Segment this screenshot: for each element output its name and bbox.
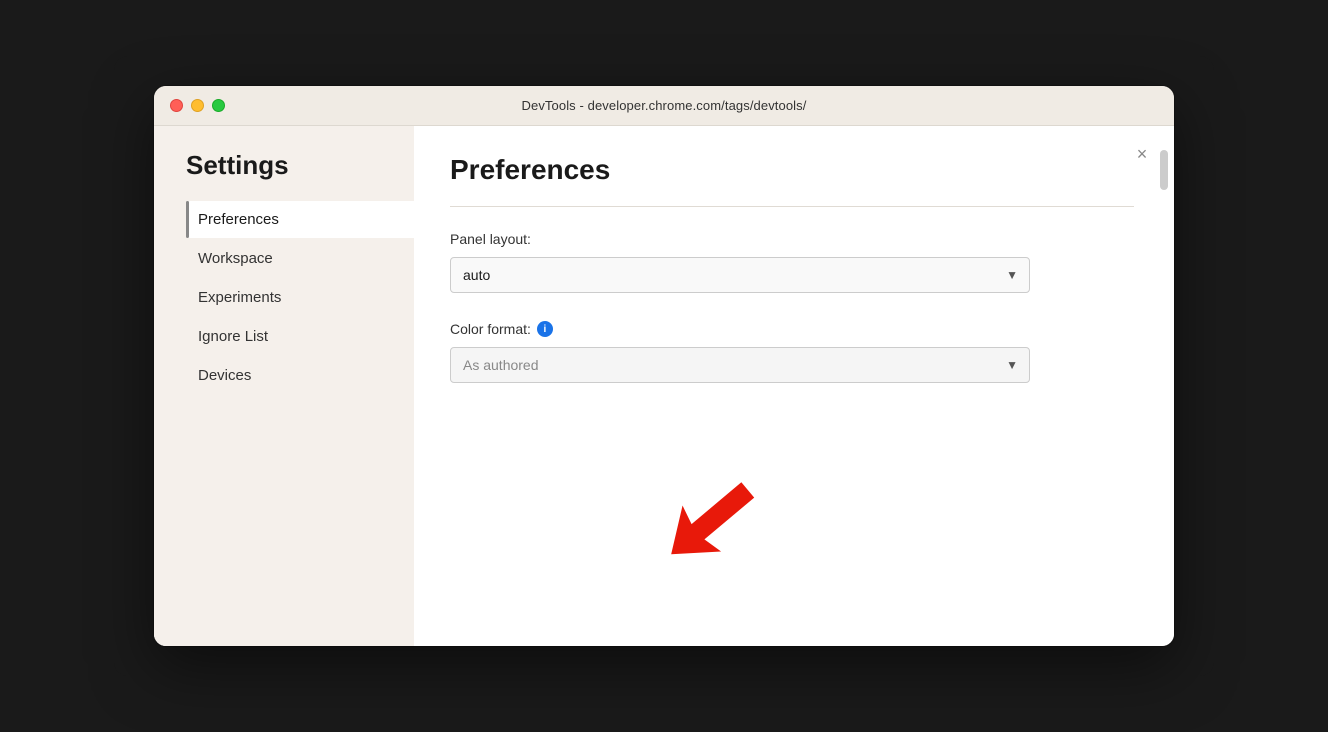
color-format-label: Color format: (450, 321, 531, 337)
scrollbar-track[interactable] (1160, 146, 1168, 646)
traffic-lights (170, 99, 225, 112)
color-format-label-row: Color format: i (450, 321, 1134, 337)
panel-layout-section: Panel layout: auto horizontal vertical ▼ (450, 231, 1134, 293)
content-divider (450, 206, 1134, 207)
panel-layout-label: Panel layout: (450, 231, 1134, 247)
color-format-select-wrapper: As authored HEX RGB HSL ▼ (450, 347, 1030, 383)
dialog-body: Settings Preferences Workspace Experimen… (154, 126, 1174, 646)
sidebar-item-preferences[interactable]: Preferences (186, 201, 414, 238)
arrow-annotation (670, 481, 790, 586)
sidebar-nav: Preferences Workspace Experiments Ignore… (186, 201, 414, 394)
sidebar-item-devices[interactable]: Devices (186, 357, 414, 394)
sidebar-item-ignore-list[interactable]: Ignore List (186, 318, 414, 355)
sidebar: Settings Preferences Workspace Experimen… (154, 126, 414, 646)
titlebar: DevTools - developer.chrome.com/tags/dev… (154, 86, 1174, 126)
color-format-info-icon[interactable]: i (537, 321, 553, 337)
panel-layout-select[interactable]: auto horizontal vertical (450, 257, 1030, 293)
minimize-window-button[interactable] (191, 99, 204, 112)
sidebar-item-workspace[interactable]: Workspace (186, 240, 414, 277)
window-wrapper: DevTools - developer.chrome.com/tags/dev… (114, 56, 1214, 676)
panel-layout-select-wrapper: auto horizontal vertical ▼ (450, 257, 1030, 293)
close-window-button[interactable] (170, 99, 183, 112)
close-dialog-button[interactable]: × (1130, 142, 1154, 166)
scrollbar-thumb[interactable] (1160, 150, 1168, 190)
app-window: DevTools - developer.chrome.com/tags/dev… (154, 86, 1174, 646)
sidebar-item-experiments[interactable]: Experiments (186, 279, 414, 316)
maximize-window-button[interactable] (212, 99, 225, 112)
sidebar-heading: Settings (186, 150, 414, 181)
main-content: × Preferences Panel layout: auto horizon… (414, 126, 1174, 646)
color-format-section: Color format: i As authored (450, 321, 1134, 383)
titlebar-title: DevTools - developer.chrome.com/tags/dev… (522, 98, 807, 113)
color-format-select[interactable]: As authored HEX RGB HSL (450, 347, 1030, 383)
content-title: Preferences (450, 154, 1134, 186)
